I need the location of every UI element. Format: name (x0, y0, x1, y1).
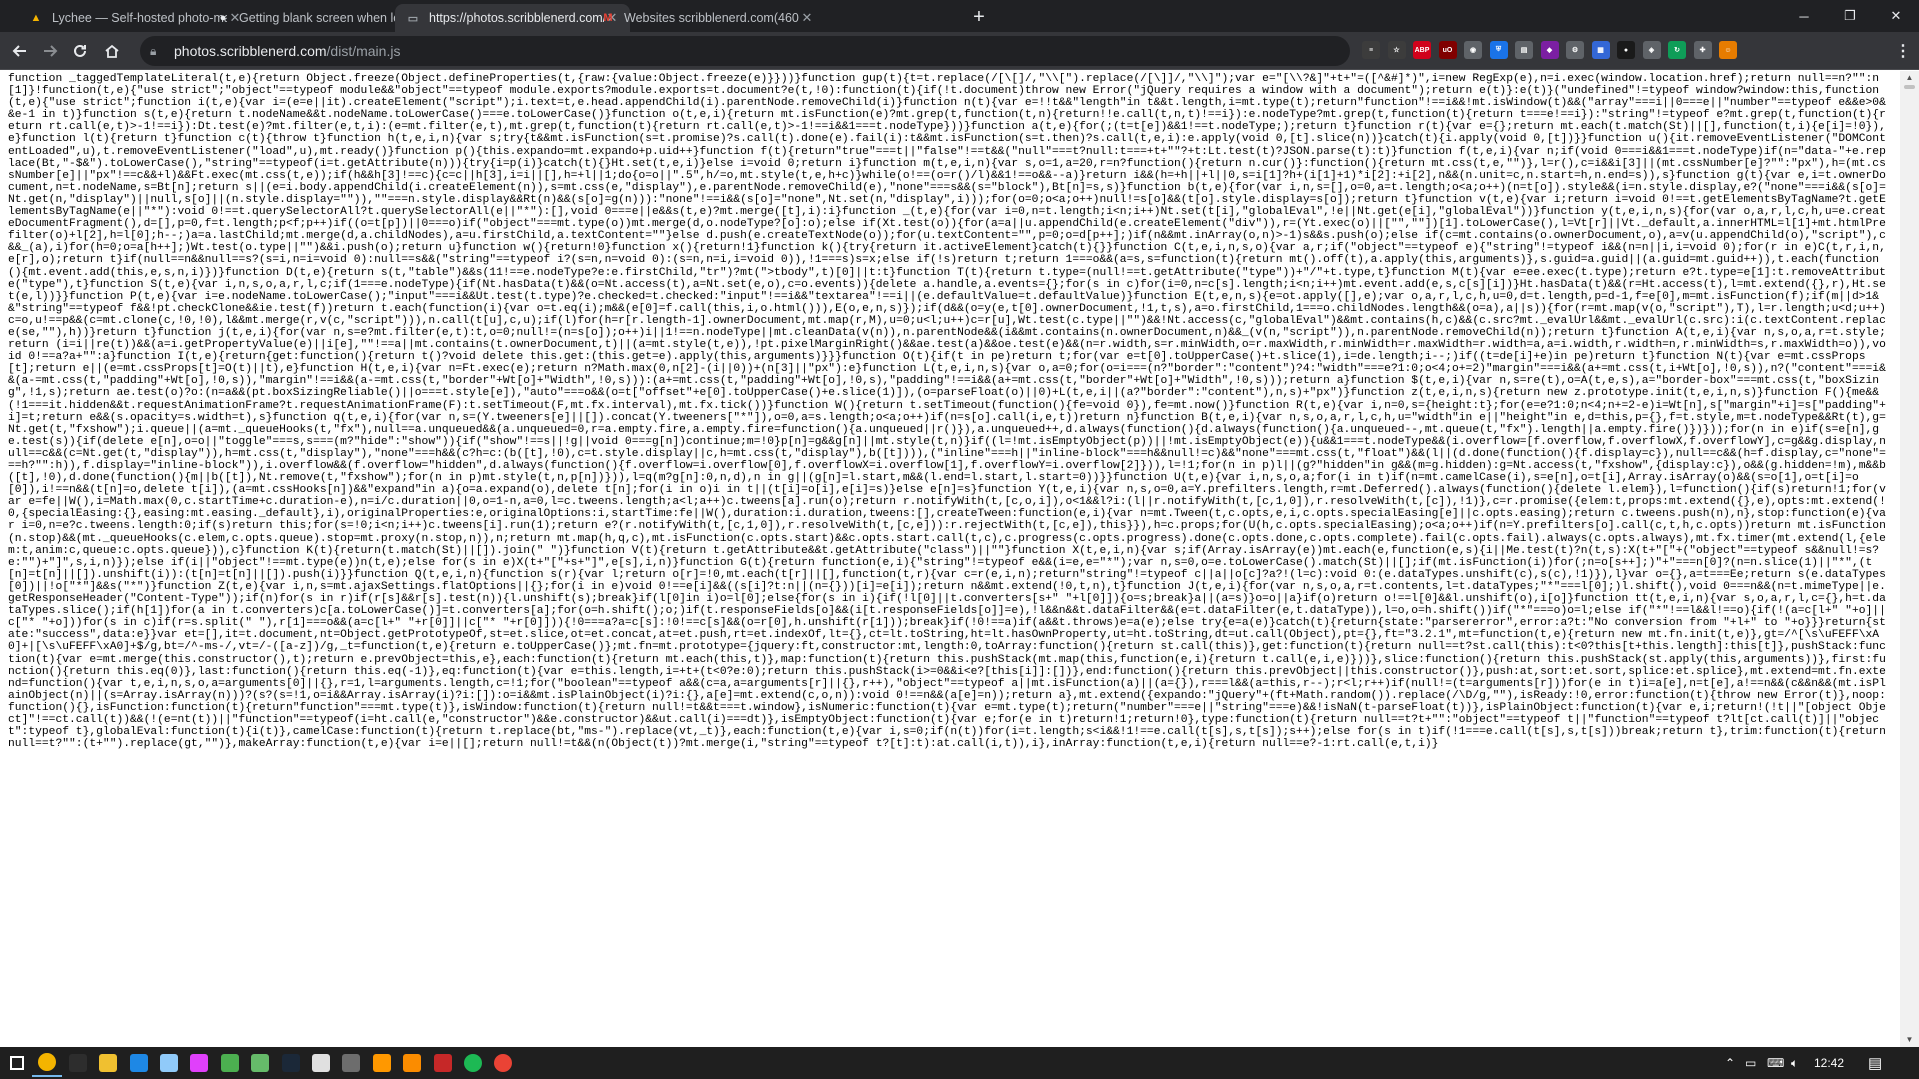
spotify-icon-glyph (464, 1054, 482, 1072)
scroll-thumb[interactable] (1904, 85, 1915, 89)
tab-strip: ▲ Lychee — Self-hosted photo-ma ✕ ● Gett… (0, 0, 1919, 32)
clock[interactable]: 12:42 (1814, 1047, 1844, 1079)
keyboard-icon[interactable]: ⌨ (1767, 1047, 1784, 1079)
tab-title: Lychee — Self-hosted photo-ma (52, 11, 227, 25)
restore-button[interactable]: ❐ (1827, 0, 1873, 32)
tab-title: https://photos.scribblenerd.com/ (429, 11, 604, 25)
scroll-up-icon[interactable]: ▲ (1900, 71, 1919, 85)
url-host: photos.scribblenerd.com (174, 43, 327, 59)
home-icon (105, 44, 119, 58)
scroll-down-icon[interactable]: ▼ (1900, 1033, 1919, 1047)
reload-icon (74, 44, 86, 57)
camera-icon[interactable]: ◉ (1464, 41, 1482, 59)
new-tab-button[interactable]: + (967, 6, 991, 30)
tool-icon[interactable] (245, 1049, 275, 1077)
gear-icon[interactable]: ⚙ (1566, 41, 1584, 59)
page-icon: ▭ (407, 12, 419, 25)
steam-icon-glyph (281, 1054, 300, 1072)
forward-arrow-icon (44, 45, 58, 57)
xampp-icon[interactable] (397, 1049, 427, 1077)
reload-button[interactable] (66, 37, 94, 65)
tray-overflow-icon[interactable]: ⌃ (1725, 1047, 1735, 1079)
lock-icon[interactable]: 🔒︎ (150, 44, 166, 59)
forward-button[interactable] (36, 37, 64, 65)
abp-icon[interactable]: ABP (1413, 41, 1431, 59)
back-arrow-icon (12, 45, 26, 57)
back-button[interactable] (6, 37, 34, 65)
browser-alt-icon-glyph (190, 1054, 209, 1072)
volume-icon[interactable]: 🔈︎ (1791, 1047, 1798, 1079)
tab-title: Websites scribblenerd.com(4602 (624, 11, 799, 25)
avatar-icon[interactable]: ☺ (1719, 41, 1737, 59)
mail-icon: M (603, 12, 613, 24)
ublock-icon[interactable]: uO (1438, 41, 1457, 59)
vertical-scrollbar[interactable]: ▲ ▼ (1900, 71, 1919, 1047)
minimize-button[interactable]: ─ (1781, 0, 1827, 32)
start-icon[interactable] (2, 1049, 32, 1077)
vscode-icon[interactable] (124, 1049, 154, 1077)
window-icon-glyph (312, 1054, 330, 1072)
browser-toolbar: 🔒︎ photos.scribblenerd.com/dist/main.js … (0, 32, 1919, 70)
filezilla-icon-glyph (433, 1054, 452, 1072)
script-source-text: function _taggedTemplateLiteral(t,e){ret… (8, 73, 1893, 751)
file-explorer-icon-glyph (99, 1054, 118, 1072)
chrome-alt-icon-glyph (494, 1054, 513, 1072)
windows-taskbar: ⌃ ▭ ⌨ 🔈︎ 12:42 ▤ (0, 1047, 1919, 1079)
bookmark-star-icon[interactable]: ☆ (1387, 41, 1406, 59)
code-editor-icon[interactable] (336, 1049, 366, 1077)
refresh-ext-icon[interactable]: ↻ (1668, 41, 1686, 59)
puzzle-icon[interactable]: ✚ (1693, 41, 1712, 59)
terminal-icon[interactable] (63, 1049, 93, 1077)
close-tab-icon[interactable]: ✕ (799, 10, 815, 26)
start-icon-glyph (10, 1056, 24, 1070)
chrome-icon-glyph (38, 1053, 57, 1071)
filezilla-icon[interactable] (428, 1049, 458, 1077)
minecraft-icon-glyph (220, 1054, 239, 1072)
tab-websites-mail[interactable]: M Websites scribblenerd.com(4602 ✕ (590, 4, 825, 32)
xampp-icon-glyph (403, 1054, 422, 1072)
address-url: photos.scribblenerd.com/dist/main.js (174, 43, 400, 59)
notes-icon[interactable]: ▤ (1515, 41, 1533, 59)
page-content[interactable]: function _taggedTemplateLiteral(t,e){ret… (0, 71, 1900, 1047)
gamepad-icon[interactable]: ◆ (1540, 41, 1559, 59)
window-icon[interactable] (306, 1049, 336, 1077)
terminal-icon-glyph (68, 1054, 87, 1072)
dark-reader-icon[interactable]: ● (1617, 41, 1635, 59)
cube-icon[interactable]: ◈ (1642, 41, 1661, 59)
reading-list-icon[interactable]: ≡ (1362, 41, 1380, 59)
device-icon-glyph (160, 1054, 178, 1072)
close-window-button[interactable]: ✕ (1873, 0, 1919, 32)
monitor-icon[interactable]: ▦ (1591, 41, 1610, 59)
steam-icon[interactable] (276, 1049, 306, 1077)
shield-icon[interactable]: ⛨ (1489, 41, 1508, 59)
archive-icon-glyph (372, 1054, 391, 1072)
file-explorer-icon[interactable] (93, 1049, 123, 1077)
tool-icon-glyph (251, 1054, 270, 1072)
tab-title: Getting blank screen when loadi (239, 11, 414, 25)
browser-alt-icon[interactable] (184, 1049, 214, 1077)
chrome-alt-icon[interactable] (488, 1049, 518, 1077)
network-icon[interactable]: ▭ (1745, 1047, 1756, 1079)
home-button[interactable] (98, 37, 126, 65)
code-editor-icon-glyph (342, 1054, 361, 1072)
more-vertical-icon: ⋮ (1895, 43, 1911, 60)
url-path: /dist/main.js (326, 43, 401, 59)
address-bar[interactable]: 🔒︎ photos.scribblenerd.com/dist/main.js (140, 36, 1350, 66)
minecraft-icon[interactable] (215, 1049, 245, 1077)
device-icon[interactable] (154, 1049, 184, 1077)
spotify-icon[interactable] (458, 1049, 488, 1077)
github-icon: ● (219, 12, 227, 24)
vscode-icon-glyph (129, 1054, 148, 1072)
chrome-icon[interactable] (32, 1049, 63, 1077)
notification-icon[interactable]: ▤ (1868, 1047, 1882, 1079)
browser-menu-button[interactable]: ⋮ (1889, 37, 1917, 65)
photo-icon: ▲ (30, 12, 42, 24)
archive-icon[interactable] (367, 1049, 397, 1077)
